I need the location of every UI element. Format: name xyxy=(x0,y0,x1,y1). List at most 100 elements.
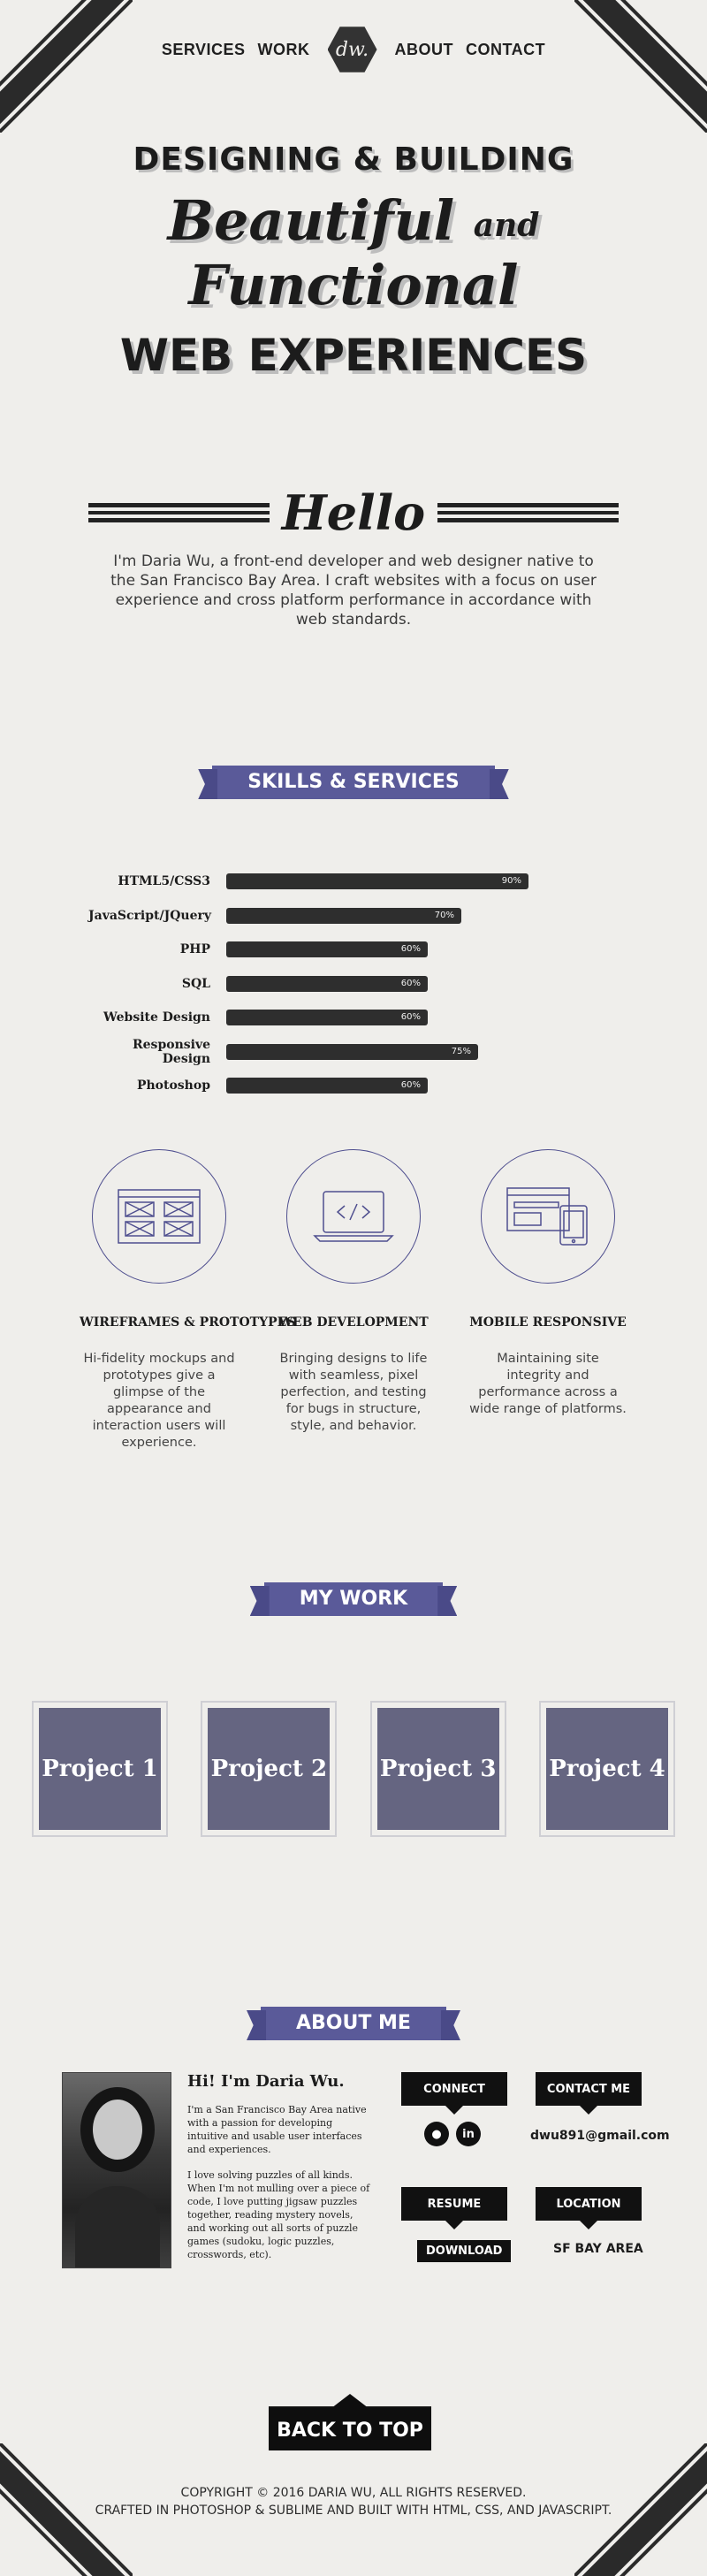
hero-functional: Functional xyxy=(188,253,519,317)
resume-label: RESUME xyxy=(401,2187,507,2229)
work-heading: MY WORK xyxy=(263,1582,444,1616)
hero-and: and xyxy=(473,207,540,244)
skill-row: Responsive Design 75% xyxy=(88,1035,619,1070)
skill-percent: 75% xyxy=(451,1046,471,1056)
logo[interactable]: dw. xyxy=(327,27,377,72)
skills-ribbon: SKILLS & SERVICES xyxy=(0,766,707,799)
skill-bar: 60% xyxy=(226,1078,428,1094)
logo-text: dw. xyxy=(335,38,369,61)
project-card[interactable]: Project 1 xyxy=(32,1701,168,1837)
skills-heading: SKILLS & SERVICES xyxy=(212,766,495,799)
skill-bar: 70% xyxy=(226,907,461,924)
skill-row: SQL 60% xyxy=(88,967,619,1002)
service-web-development: WEB DEVELOPMENT Bringing designs to life… xyxy=(274,1149,433,1452)
project-title: Project 2 xyxy=(208,1708,331,1830)
skill-name: Website Design xyxy=(103,1010,210,1025)
footer-credits: CRAFTED IN PHOTOSHOP & SUBLIME AND BUILT… xyxy=(95,2504,612,2518)
skills-list: HTML5/CSS3 90% JavaScript/JQuery 70% PHP 60% S… xyxy=(88,865,619,1103)
service-text: Maintaining site integrity and performan… xyxy=(469,1352,627,1416)
project-title: Project 3 xyxy=(376,1708,499,1830)
projects: Project 1 Project 2 Project 3 Project 4 xyxy=(32,1701,675,1837)
skill-name: SQL xyxy=(181,976,210,991)
skill-track: 75% xyxy=(226,1043,544,1060)
skill-name: Photoshop xyxy=(136,1078,210,1094)
back-to-top-button[interactable]: BACK TO TOP xyxy=(269,2394,431,2450)
skill-percent: 90% xyxy=(501,876,521,887)
hero-line-1: DESIGNING & BUILDING xyxy=(133,141,574,178)
bio-paragraph-2: I love solving puzzles of all kinds. Whe… xyxy=(187,2169,370,2260)
service-title: MOBILE RESPONSIVE xyxy=(469,1315,627,1330)
hero: DESIGNING & BUILDING Beautiful and Funct… xyxy=(0,141,707,381)
service-text: Bringing designs to life with seamless, … xyxy=(279,1352,428,1433)
nav-services-link[interactable]: SERVICES xyxy=(162,41,246,59)
project-title: Project 1 xyxy=(39,1708,161,1830)
hello-title: Hello xyxy=(281,484,426,541)
bio-title: Hi! I'm Daria Wu. xyxy=(187,2072,345,2091)
email-link[interactable]: dwu891@gmail.com xyxy=(530,2129,670,2143)
hello-rule-right xyxy=(437,503,620,522)
contact-me-button[interactable]: CONTACT ME xyxy=(536,2072,642,2115)
service-circle xyxy=(286,1149,421,1284)
location-value: SF BAY AREA xyxy=(553,2242,643,2256)
skill-track: 60% xyxy=(226,975,544,992)
skill-bar: 90% xyxy=(226,873,528,890)
main-nav: SERVICES WORK dw. ABOUT CONTACT xyxy=(0,23,707,76)
work-ribbon: MY WORK xyxy=(0,1582,707,1616)
responsive-devices-icon xyxy=(506,1187,588,1246)
footer-copyright: COPYRIGHT © 2016 DARIA WU, ALL RIGHTS RE… xyxy=(180,2486,527,2500)
bio-paragraph-1: I'm a San Francisco Bay Area native with… xyxy=(187,2104,367,2155)
intro-text: I'm Daria Wu, a front-end developer and … xyxy=(110,553,597,629)
about-ribbon: ABOUT ME xyxy=(0,2007,707,2040)
hello-rule-left xyxy=(87,503,270,522)
code-laptop-icon xyxy=(313,1191,394,1242)
service-circle xyxy=(92,1149,226,1284)
project-card[interactable]: Project 4 xyxy=(538,1701,675,1837)
skill-bar: 60% xyxy=(226,975,428,992)
download-resume-button[interactable]: DOWNLOAD xyxy=(417,2240,512,2262)
photo-body xyxy=(75,2186,160,2267)
linkedin-icon[interactable]: in xyxy=(456,2122,481,2146)
project-card[interactable]: Project 3 xyxy=(369,1701,506,1837)
skill-track: 60% xyxy=(226,1078,544,1094)
github-icon[interactable]: ● xyxy=(424,2122,449,2146)
skill-bar: 75% xyxy=(226,1043,478,1060)
skill-percent: 60% xyxy=(400,1080,421,1091)
skill-row: PHP 60% xyxy=(88,933,619,967)
nav-work-link[interactable]: WORK xyxy=(258,41,310,59)
location-label: LOCATION xyxy=(536,2187,642,2229)
project-card[interactable]: Project 2 xyxy=(201,1701,338,1837)
skill-row: HTML5/CSS3 90% xyxy=(88,865,619,899)
wireframe-icon xyxy=(118,1189,201,1244)
service-text: Hi-fidelity mockups and prototypes give … xyxy=(83,1352,235,1450)
service-circle xyxy=(481,1149,615,1284)
project-title: Project 4 xyxy=(545,1708,668,1830)
skill-name: Responsive Design xyxy=(133,1037,210,1066)
skill-name: PHP xyxy=(179,942,210,957)
about-heading: ABOUT ME xyxy=(261,2007,446,2040)
nav-about-link[interactable]: ABOUT xyxy=(395,41,454,59)
service-mobile-responsive: MOBILE RESPONSIVE Maintaining site integ… xyxy=(468,1149,627,1452)
service-wireframes: WIREFRAMES & PROTOTYPES Hi-fidelity mock… xyxy=(80,1149,296,1452)
skill-track: 70% xyxy=(226,907,544,924)
skill-percent: 60% xyxy=(400,1012,421,1023)
hero-line-2: Beautiful and Functional xyxy=(0,188,707,317)
photo-head xyxy=(93,2100,142,2160)
skill-bar: 60% xyxy=(226,1010,428,1026)
nav-contact-link[interactable]: CONTACT xyxy=(466,41,545,59)
skill-name: JavaScript/JQuery xyxy=(88,908,212,923)
skill-percent: 60% xyxy=(400,944,421,955)
service-title: WIREFRAMES & PROTOTYPES xyxy=(80,1315,296,1330)
skill-percent: 70% xyxy=(434,910,454,920)
hello-header: Hello xyxy=(0,484,707,541)
skill-percent: 60% xyxy=(400,978,421,988)
connect-button[interactable]: CONNECT xyxy=(401,2072,507,2115)
skill-track: 90% xyxy=(226,873,544,890)
skill-track: 60% xyxy=(226,941,544,958)
skill-track: 60% xyxy=(226,1010,544,1026)
hero-beautiful: Beautiful xyxy=(167,188,455,253)
service-title: WEB DEVELOPMENT xyxy=(278,1315,429,1330)
profile-photo xyxy=(62,2072,171,2268)
skill-row: Website Design 60% xyxy=(88,1001,619,1035)
bio: Hi! I'm Daria Wu. I'm a San Francisco Ba… xyxy=(187,2072,371,2261)
skill-name: HTML5/CSS3 xyxy=(118,874,210,889)
